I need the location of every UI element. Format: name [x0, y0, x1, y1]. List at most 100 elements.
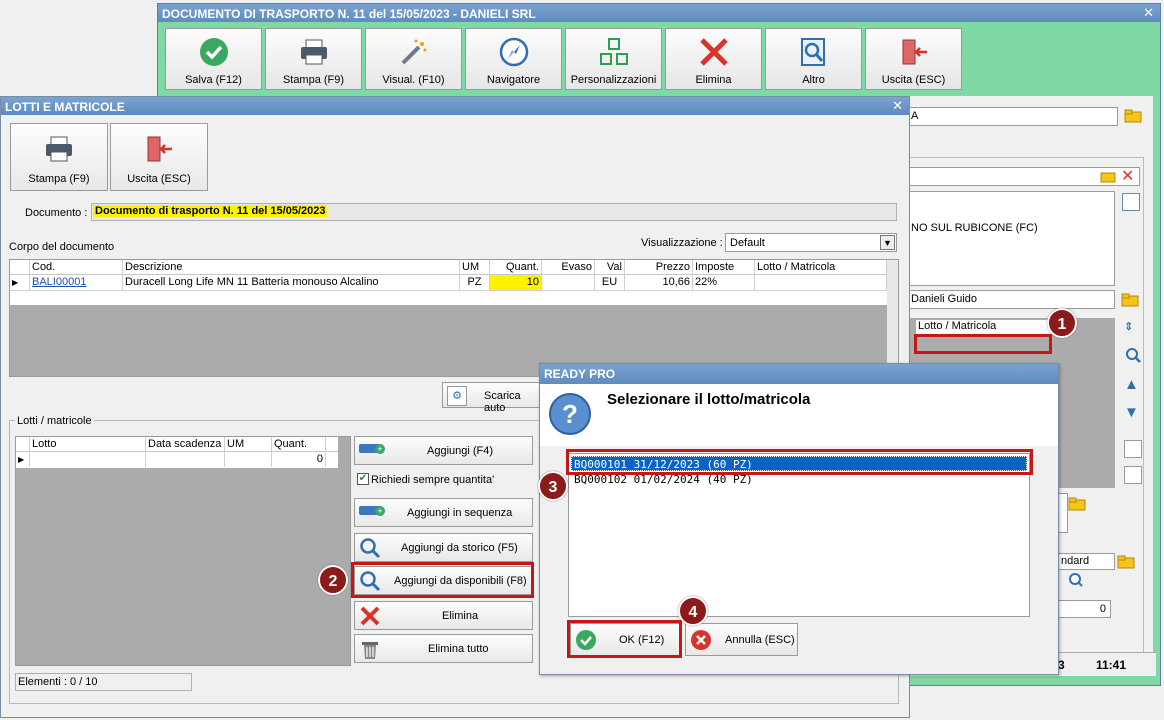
highlight-list-item	[566, 449, 1033, 475]
cell-cod[interactable]: BALI00001	[30, 275, 123, 290]
lotti-close-icon[interactable]: ✕	[892, 98, 903, 114]
step-badge-3: 3	[538, 471, 568, 501]
agent-field[interactable]: Danieli Guido	[908, 290, 1115, 309]
close-icon[interactable]: ✕	[1121, 166, 1139, 185]
gear-doc-icon: ⚙	[447, 386, 467, 406]
add-icon: +	[359, 444, 385, 454]
main-close-icon[interactable]: ✕	[1143, 5, 1154, 21]
documento-field: Documento di trasporto N. 11 del 15/05/2…	[91, 203, 897, 221]
updown-arrow-icon[interactable]: ⇕	[1124, 320, 1142, 338]
folder-icon[interactable]	[1124, 107, 1142, 125]
small-field[interactable]	[1058, 493, 1068, 533]
visualizzazione-select[interactable]: Default ▼	[725, 233, 897, 252]
printer-icon	[301, 39, 327, 65]
delete-label: Elimina	[695, 74, 732, 86]
lotti-row-quant: 0	[272, 452, 326, 467]
col-data-scadenza: Data scadenza	[146, 437, 225, 452]
col-lotti-quant: Quant.	[272, 437, 326, 452]
folder-icon[interactable]	[1121, 291, 1139, 309]
delete-button[interactable]: Elimina	[665, 28, 762, 90]
storico-label: Aggiungi da storico (F5)	[401, 542, 518, 554]
step-badge-2: 2	[318, 565, 348, 595]
elimina-tutto-button[interactable]: Elimina tutto	[354, 634, 533, 663]
lotti-grid-header: Lotto Data scadenza UM Quant.	[16, 437, 338, 452]
side-nav-icons: ⇕ ▲ ▼	[1124, 318, 1144, 488]
main-partial-field[interactable]: A	[908, 107, 1118, 126]
aggiungi-button[interactable]: + Aggiungi (F4)	[354, 436, 533, 465]
table-row[interactable]: ▶ BALI00001 Duracell Long Life MN 11 Bat…	[10, 275, 887, 291]
svg-text:?: ?	[562, 399, 578, 429]
other-button[interactable]: Altro	[765, 28, 862, 90]
address-box: NO SUL RUBICONE (FC)	[908, 191, 1115, 286]
lotti-exit-label: Uscita (ESC)	[127, 173, 191, 185]
scarica-label: Scarica auto	[484, 390, 521, 414]
folder-icon[interactable]	[1117, 553, 1135, 571]
lotti-exit-button[interactable]: Uscita (ESC)	[110, 123, 208, 191]
cancel-circle-icon	[691, 630, 711, 650]
zoom-icon[interactable]	[1068, 572, 1086, 590]
dialog-message: Selezionare il lotto/matricola	[607, 391, 811, 408]
chevron-down-icon[interactable]: ▼	[880, 235, 895, 250]
annulla-label: Annulla (ESC)	[725, 634, 795, 646]
cell-evaso	[542, 275, 595, 290]
documento-label: Documento :	[25, 207, 88, 219]
dialog-header: ? Selezionare il lotto/matricola	[540, 384, 1058, 446]
corpo-grid-header: Cod. Descrizione UM Quant. Evaso Val Pre…	[10, 260, 887, 275]
print-label: Stampa (F9)	[282, 74, 345, 86]
lotti-row[interactable]: ▶ 0	[16, 452, 338, 468]
documento-value: Documento di trasporto N. 11 del 15/05/2…	[93, 205, 328, 217]
add-icon: +	[359, 506, 385, 516]
doc-icon[interactable]	[1124, 440, 1142, 458]
lotti-group-label: Lotti / matricole	[15, 415, 94, 427]
check-circle-icon	[200, 38, 228, 66]
edit-icon[interactable]	[1122, 193, 1140, 211]
other-label: Altro	[802, 74, 825, 86]
richiedi-label: Richiedi sempre quantita'	[371, 474, 495, 486]
col-um: UM	[460, 260, 490, 275]
print-button[interactable]: Stampa (F9)	[265, 28, 362, 90]
highlight-lotto-cell	[914, 334, 1052, 354]
search-icon[interactable]	[1124, 346, 1142, 364]
visual-label: Visual. (F10)	[382, 74, 445, 86]
x-icon	[360, 606, 380, 626]
empty-row	[10, 291, 887, 305]
lotto-listbox[interactable]: BQ000101 31/12/2023 (60 PZ) BQ000102 01/…	[568, 453, 1030, 617]
search-icon	[360, 538, 381, 559]
doc-icon[interactable]	[1124, 466, 1142, 484]
exit-door-icon	[902, 39, 927, 65]
cell-descrizione: Duracell Long Life MN 11 Batteria monous…	[123, 275, 460, 290]
clock: 11:41	[1096, 658, 1127, 672]
arrow-down-icon[interactable]: ▼	[1124, 404, 1142, 422]
visual-button[interactable]: Visual. (F10)	[365, 28, 462, 90]
elimina-label: Elimina	[442, 610, 479, 622]
col-quant: Quant.	[490, 260, 542, 275]
navigator-button[interactable]: Navigatore	[465, 28, 562, 90]
aggiungi-sequenza-button[interactable]: + Aggiungi in sequenza	[354, 498, 533, 527]
aggiungi-storico-button[interactable]: Aggiungi da storico (F5)	[354, 533, 533, 562]
exit-label: Uscita (ESC)	[881, 74, 946, 86]
customize-label: Personalizzazioni	[570, 74, 657, 86]
standard-field[interactable]: ndard	[1058, 553, 1115, 570]
exit-button[interactable]: Uscita (ESC)	[865, 28, 962, 90]
qty-field[interactable]: 0	[1058, 600, 1111, 618]
cell-um: PZ	[460, 275, 490, 290]
grid-vscroll[interactable]	[887, 260, 898, 376]
save-button[interactable]: Salva (F12)	[165, 28, 262, 90]
elimina-tutto-label: Elimina tutto	[428, 643, 489, 655]
annulla-button[interactable]: Annulla (ESC)	[685, 623, 798, 656]
folder-icon[interactable]	[1068, 495, 1086, 513]
richiedi-checkbox[interactable]: ✔	[357, 473, 369, 485]
address-text: NO SUL RUBICONE (FC)	[911, 222, 1038, 234]
sequenza-label: Aggiungi in sequenza	[407, 507, 513, 519]
customize-button[interactable]: Personalizzazioni	[565, 28, 662, 90]
highlight-ok	[567, 620, 682, 658]
folder-icon[interactable]	[1100, 168, 1118, 186]
lotti-print-button[interactable]: Stampa (F9)	[10, 123, 108, 191]
elimina-button[interactable]: Elimina	[354, 601, 533, 630]
col-imposte: Imposte	[693, 260, 755, 275]
arrow-up-icon[interactable]: ▲	[1124, 376, 1142, 394]
compass-icon	[499, 37, 529, 67]
col-val: Val	[595, 260, 625, 275]
scarica-auto-button[interactable]: ⚙ Scarica auto	[442, 382, 542, 414]
cell-quant[interactable]: 10	[490, 275, 542, 290]
